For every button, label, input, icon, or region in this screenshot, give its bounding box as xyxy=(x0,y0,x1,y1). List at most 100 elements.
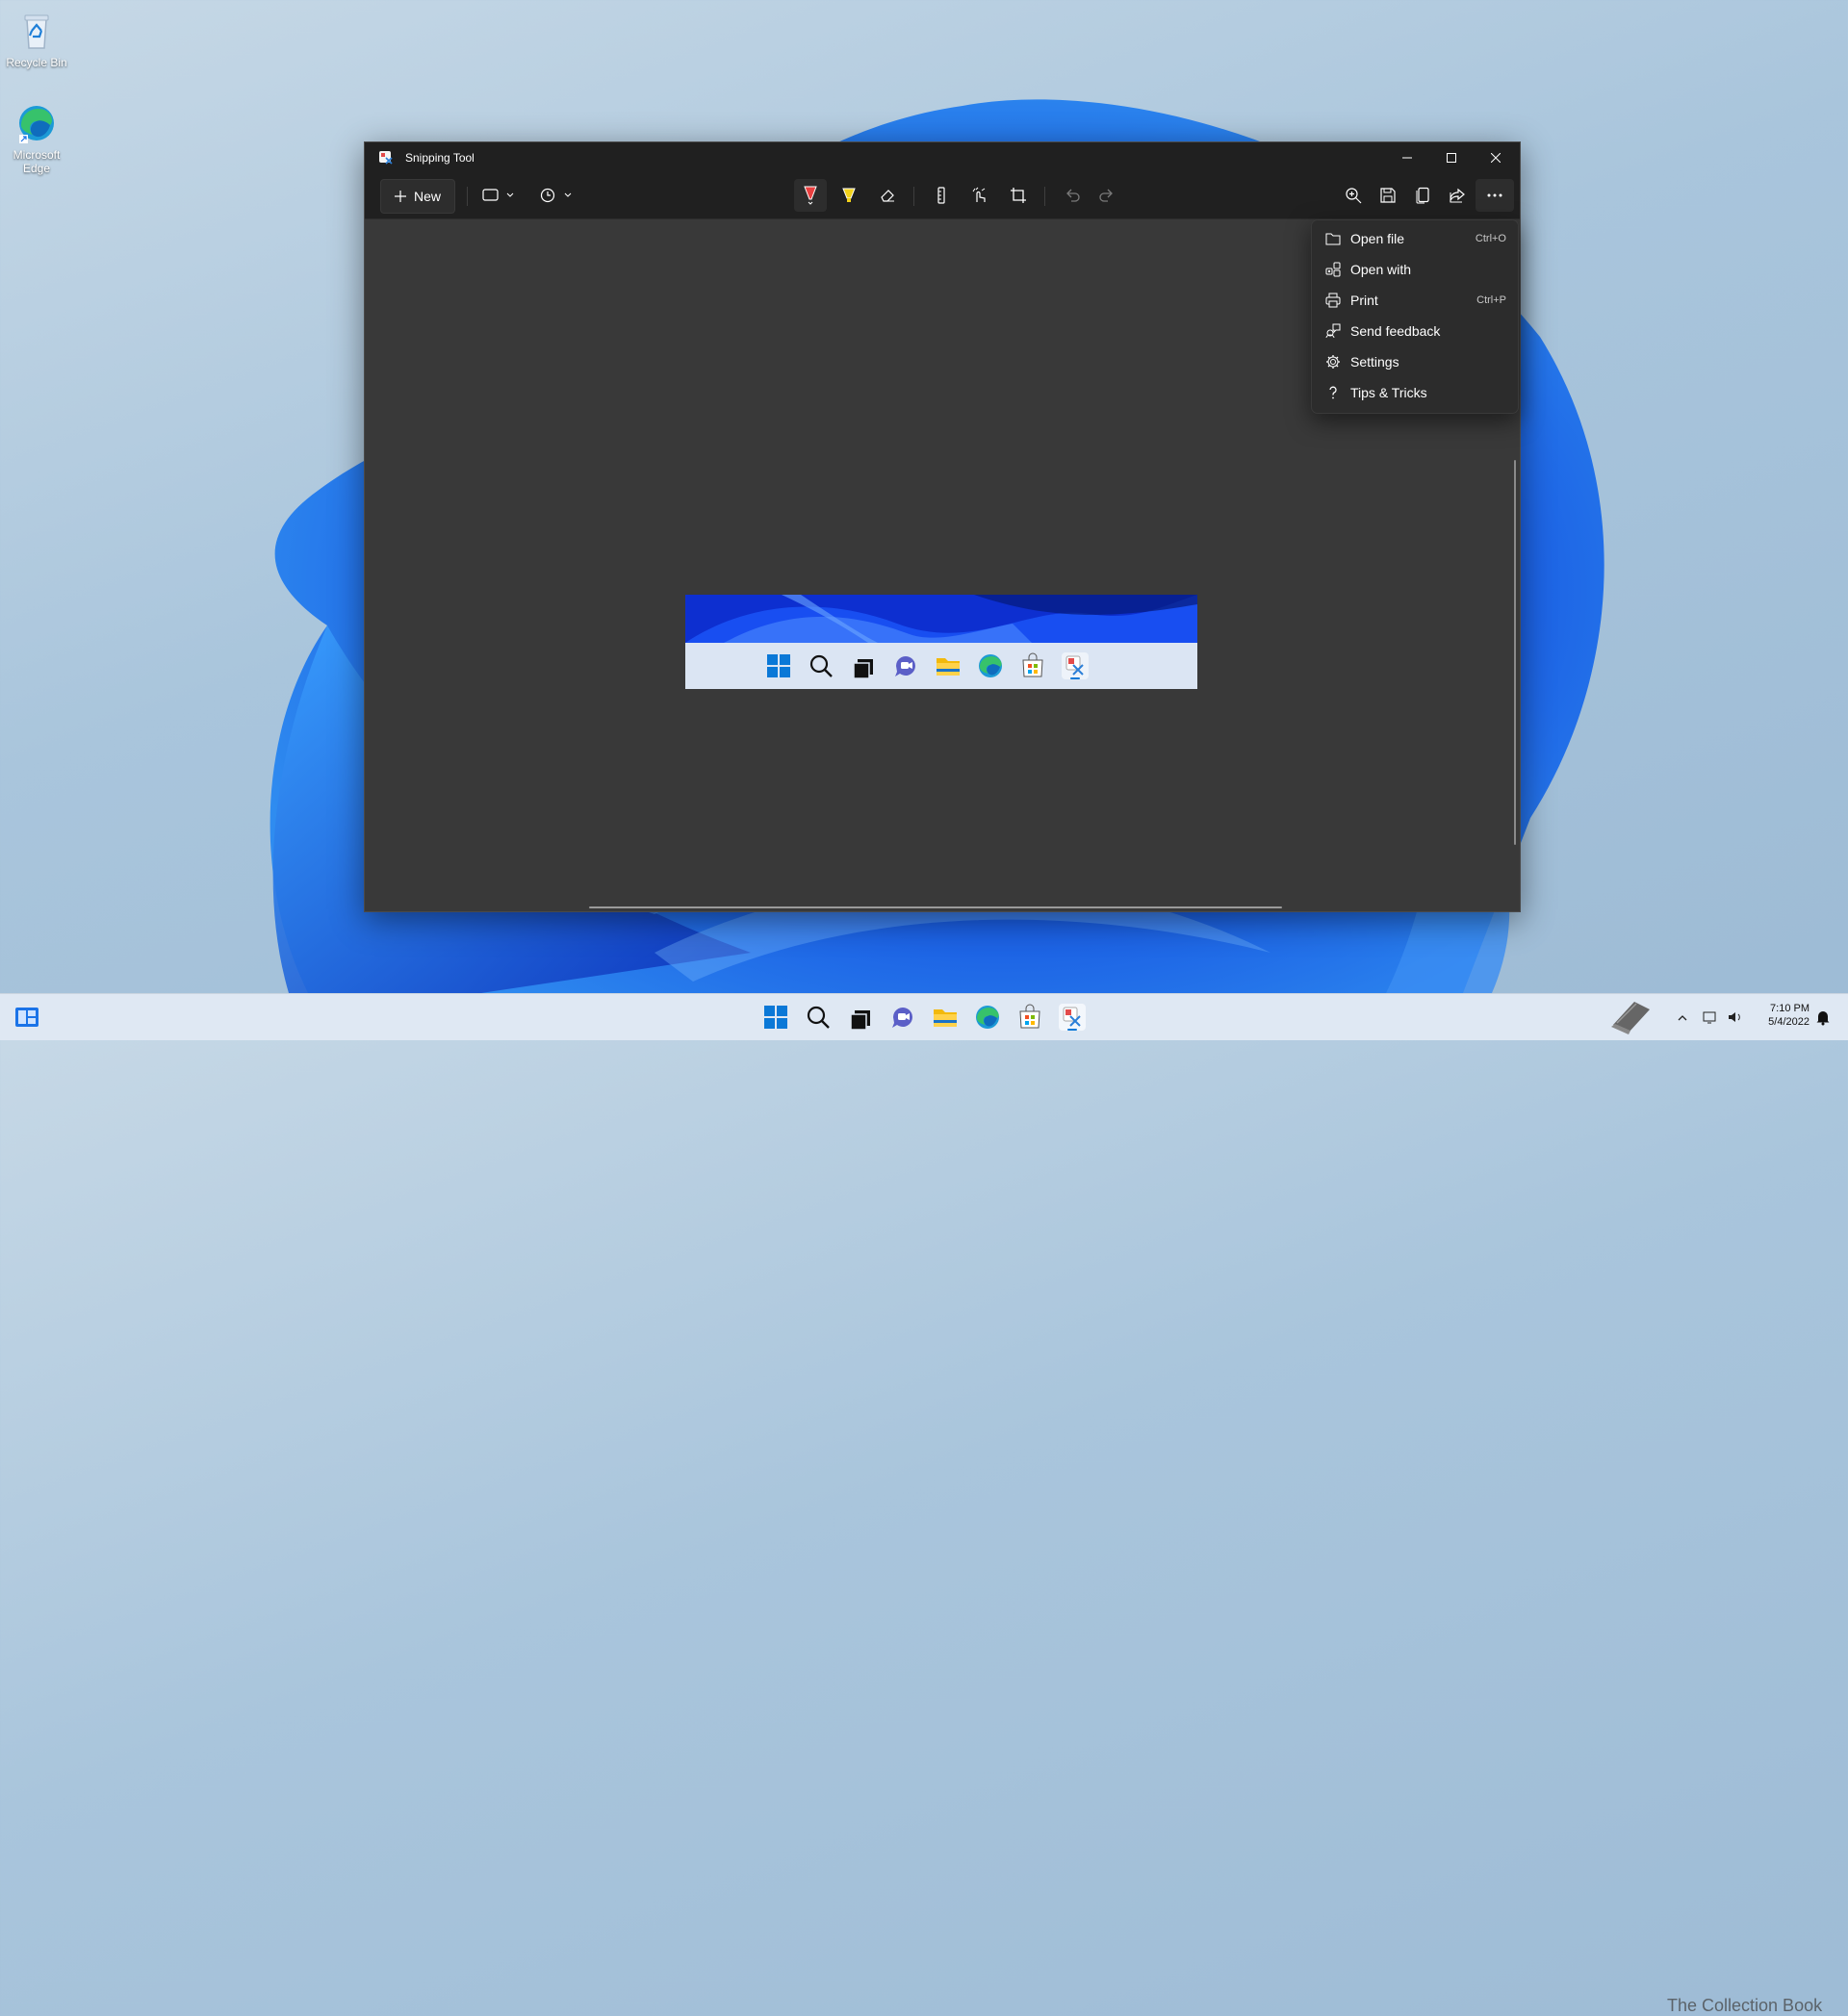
toolbar-separator xyxy=(1044,187,1045,206)
undo-icon xyxy=(1066,189,1080,202)
redo-icon xyxy=(1099,189,1113,202)
menu-item-label: Open with xyxy=(1350,262,1412,277)
gear-icon xyxy=(1326,355,1340,369)
book-logo-icon xyxy=(1605,996,1656,1038)
edge-icon xyxy=(15,102,58,144)
widgets-icon[interactable] xyxy=(13,1004,40,1031)
toolbar-separator xyxy=(467,187,468,206)
start-icon xyxy=(765,652,792,679)
snip-mode-dropdown[interactable] xyxy=(478,179,521,212)
ruler-icon xyxy=(937,187,945,204)
desktop-icon-edge[interactable]: Microsoft Edge xyxy=(0,102,73,175)
zoom-icon xyxy=(1346,188,1362,204)
watermark-text: The Collection Book xyxy=(1667,1996,1823,2015)
desktop-icon-label: Microsoft Edge xyxy=(13,148,61,175)
more-options-button[interactable] xyxy=(1476,179,1514,212)
file-explorer-icon[interactable] xyxy=(932,1004,959,1031)
share-button[interactable] xyxy=(1441,179,1474,212)
vertical-scrollbar[interactable] xyxy=(1514,460,1516,845)
eraser-button[interactable] xyxy=(871,179,904,212)
zoom-button[interactable] xyxy=(1337,179,1370,212)
more-icon xyxy=(1487,193,1502,197)
menu-item-shortcut: Ctrl+O xyxy=(1475,233,1506,244)
snip-wallpaper-strip xyxy=(685,595,1197,643)
store-icon xyxy=(1019,652,1046,679)
copy-button[interactable] xyxy=(1406,179,1439,212)
plus-icon xyxy=(394,191,406,202)
highlighter-icon xyxy=(842,188,856,202)
snipping-tool-icon[interactable] xyxy=(1059,1004,1086,1031)
task-view-icon[interactable] xyxy=(847,1004,874,1031)
desktop-icon-label: Recycle Bin xyxy=(6,56,67,69)
undo-button[interactable] xyxy=(1056,179,1089,212)
edge-icon[interactable] xyxy=(974,1004,1001,1031)
notification-icon[interactable] xyxy=(1813,1008,1833,1027)
menu-item-label: Send feedback xyxy=(1350,323,1441,339)
menu-item-label: Tips & Tricks xyxy=(1350,385,1427,400)
folder-icon xyxy=(1325,233,1341,245)
snipping-tool-app-icon xyxy=(378,150,394,166)
tray-icons xyxy=(1678,1011,1740,1024)
menu-item-label: Print xyxy=(1350,293,1378,308)
ballpoint-pen-button[interactable] xyxy=(794,179,827,212)
chat-icon xyxy=(892,652,919,679)
copy-icon xyxy=(1416,187,1429,204)
minimize-button[interactable] xyxy=(1385,142,1429,173)
desktop-icon-recycle-bin[interactable]: Recycle Bin xyxy=(0,10,73,69)
touch-writing-button[interactable] xyxy=(963,179,996,212)
ruler-button[interactable] xyxy=(925,179,958,212)
search-icon[interactable] xyxy=(805,1004,832,1031)
clock-time: 7:10 PM xyxy=(1770,1003,1810,1014)
taskbar-clock[interactable]: 7:10 PM 5/4/2022 xyxy=(1768,1002,1810,1029)
menu-item-send-feedback[interactable]: Send feedback xyxy=(1316,317,1514,345)
touch-writing-icon xyxy=(972,187,986,202)
snipping-tool-icon xyxy=(1062,652,1089,679)
new-snip-label: New xyxy=(413,189,441,204)
menu-item-print[interactable]: Print Ctrl+P xyxy=(1316,286,1514,315)
close-icon xyxy=(1491,153,1501,163)
search-icon xyxy=(808,652,834,679)
question-icon xyxy=(1329,386,1337,399)
task-view-icon xyxy=(850,652,877,679)
menu-item-shortcut: Ctrl+P xyxy=(1476,294,1506,306)
maximize-button[interactable] xyxy=(1429,142,1474,173)
close-button[interactable] xyxy=(1474,142,1518,173)
store-icon[interactable] xyxy=(1016,1004,1043,1031)
menu-item-label: Open file xyxy=(1350,231,1405,246)
taskbar: The Collection Book 7:10 PM 5/4/2022 xyxy=(0,993,1848,2015)
save-button[interactable] xyxy=(1372,179,1404,212)
menu-item-open-with[interactable]: Open with xyxy=(1316,255,1514,284)
eraser-icon xyxy=(881,190,894,202)
menu-item-settings[interactable]: Settings xyxy=(1316,347,1514,376)
menu-item-label: Settings xyxy=(1350,354,1399,370)
clock-date: 5/4/2022 xyxy=(1768,1016,1810,1028)
title-bar[interactable]: Snipping Tool xyxy=(365,142,1520,173)
window-title: Snipping Tool xyxy=(405,151,475,165)
delay-dropdown[interactable] xyxy=(536,179,578,212)
chat-icon[interactable] xyxy=(889,1004,916,1031)
system-tray[interactable] xyxy=(1675,994,1761,1040)
highlighter-button[interactable] xyxy=(833,179,865,212)
new-snip-button[interactable]: New xyxy=(380,179,455,214)
delay-timer-icon xyxy=(540,188,572,203)
maximize-icon xyxy=(1447,153,1456,163)
toolbar: New xyxy=(365,173,1520,219)
menu-item-tips-tricks[interactable]: Tips & Tricks xyxy=(1316,378,1514,407)
toolbar-separator xyxy=(913,187,914,206)
printer-icon xyxy=(1325,293,1341,308)
more-options-menu: Open file Ctrl+O Open with Print Ctrl+P … xyxy=(1311,219,1519,414)
open-with-icon xyxy=(1325,262,1341,277)
edge-icon xyxy=(977,652,1004,679)
crop-button[interactable] xyxy=(1002,179,1035,212)
menu-item-open-file[interactable]: Open file Ctrl+O xyxy=(1316,224,1514,253)
file-explorer-icon xyxy=(935,652,962,679)
redo-button[interactable] xyxy=(1091,179,1123,212)
snip-mode-rectangle-icon xyxy=(482,189,514,201)
crop-icon xyxy=(1011,188,1026,203)
recycle-bin-icon xyxy=(15,10,58,52)
start-icon[interactable] xyxy=(762,1004,789,1031)
save-icon xyxy=(1380,188,1396,203)
horizontal-scrollbar[interactable] xyxy=(589,906,1282,908)
minimize-icon xyxy=(1402,157,1412,159)
feedback-icon xyxy=(1325,323,1341,339)
